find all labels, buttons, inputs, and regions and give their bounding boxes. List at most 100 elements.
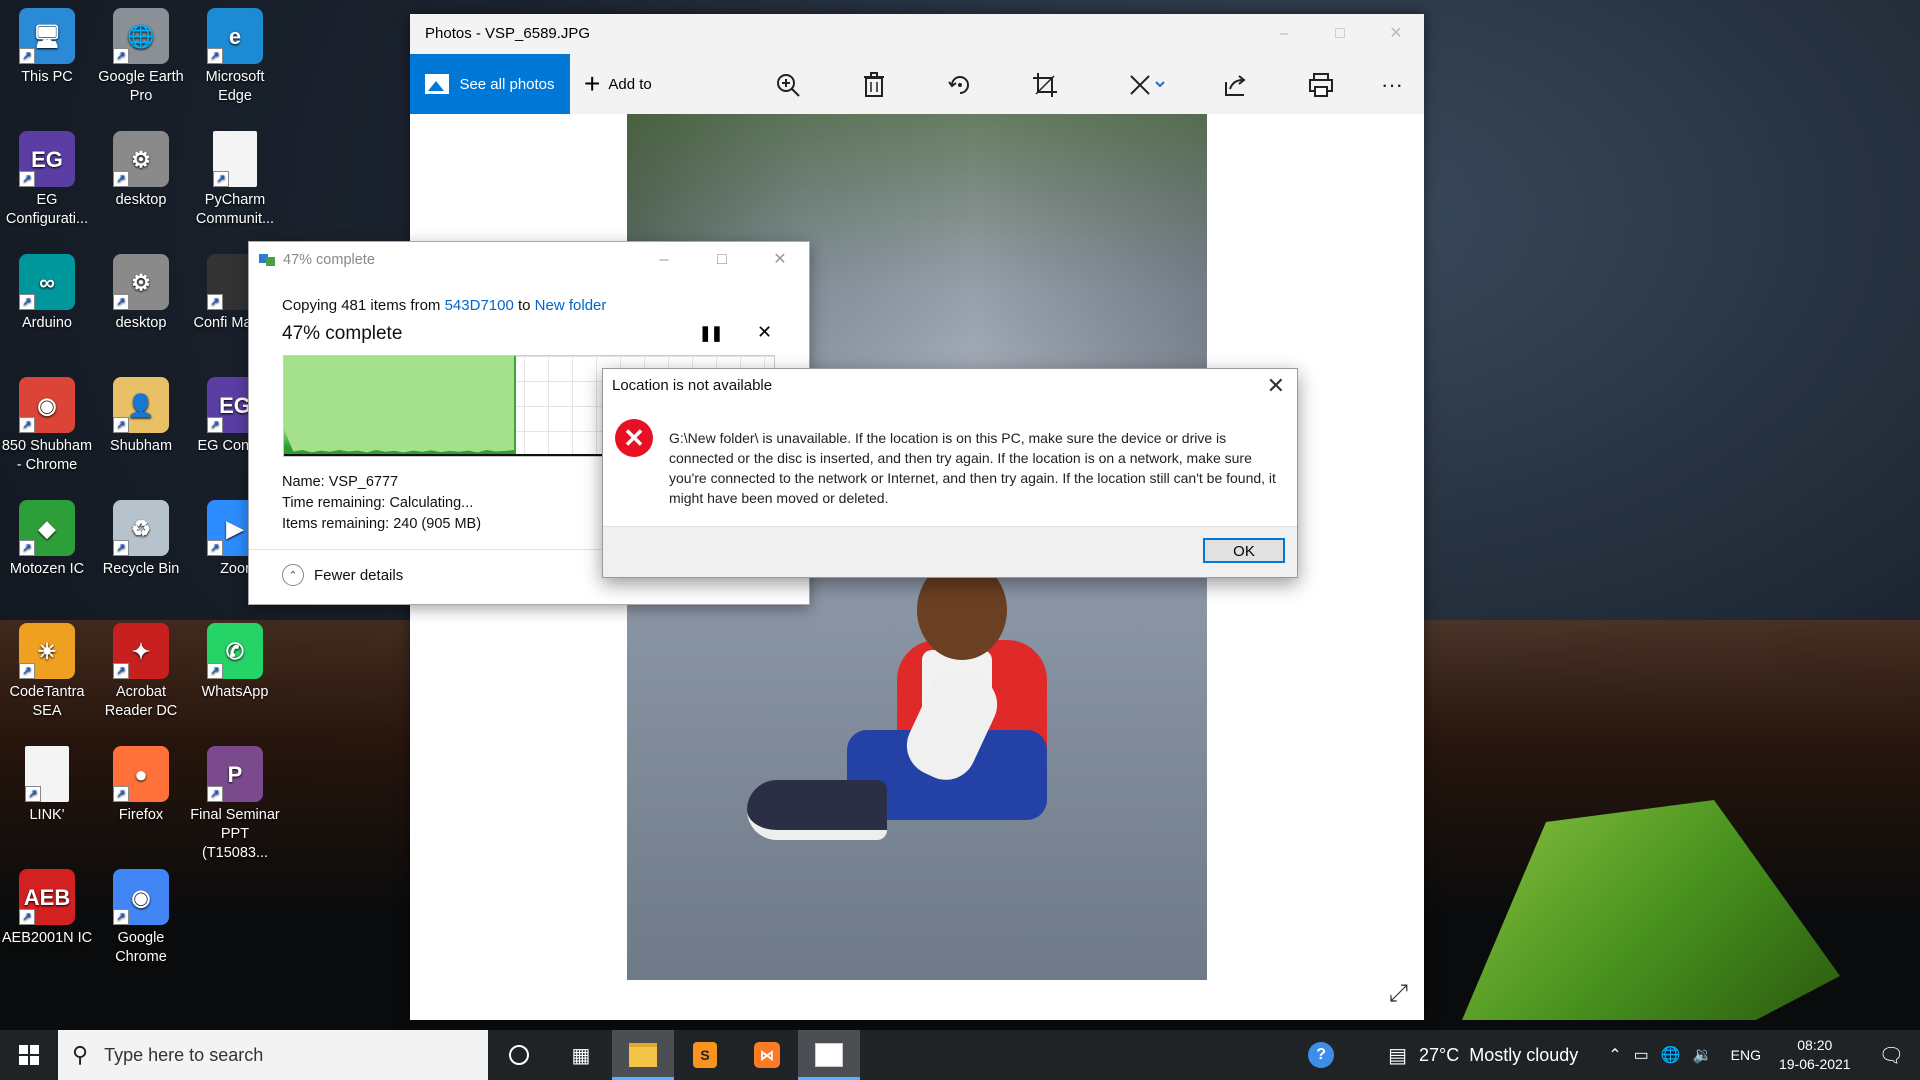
close-icon[interactable]: ✕: [751, 242, 809, 278]
network-icon[interactable]: 🌐: [1661, 1045, 1681, 1065]
location-error-dialog: Location is not available ✕ ✕ G:\New fol…: [602, 368, 1298, 578]
battery-icon[interactable]: ▭: [1634, 1045, 1649, 1065]
desktop-icon-label: Shubham: [109, 438, 173, 454]
whatsapp-icon: ✆ ↗: [207, 623, 263, 679]
cancel-copy-icon[interactable]: ✕: [757, 322, 772, 343]
destination-link[interactable]: New folder: [535, 297, 607, 314]
shortcut-arrow-icon: ↗: [19, 171, 35, 187]
rotate-icon[interactable]: [946, 72, 974, 98]
desktop-icon[interactable]: ↗ PyCharm Communit...: [188, 125, 282, 229]
desktop-icon[interactable]: ⚙ ↗ desktop: [94, 248, 188, 333]
desktop-icon-label: Google Earth Pro: [98, 69, 184, 104]
desktop-icon[interactable]: ∞ ↗ Arduino: [0, 248, 94, 333]
error-dialog-title: Location is not available: [612, 377, 773, 394]
desktop-icon-label: Acrobat Reader DC: [104, 684, 178, 719]
desktop-icon[interactable]: ● ↗ Firefox: [94, 740, 188, 825]
close-icon[interactable]: ✕: [1267, 373, 1285, 399]
desktop-icon[interactable]: ↗ LINK': [0, 740, 94, 825]
fewer-details-button[interactable]: ⌃ Fewer details: [282, 564, 403, 586]
progress-text: 47% complete: [282, 323, 403, 344]
desktop-icon[interactable]: ☀ ↗ CodeTantra SEA: [0, 617, 94, 721]
xampp-icon: ⋈: [754, 1042, 780, 1068]
pause-icon[interactable]: ❚❚: [699, 324, 723, 342]
weather-icon[interactable]: ▤: [1388, 1043, 1407, 1068]
desktop-icon-label: Google Chrome: [115, 930, 167, 965]
xampp-taskbar[interactable]: ⋈: [736, 1030, 798, 1080]
desktop-icon-label: CodeTantra SEA: [9, 684, 85, 719]
shortcut-arrow-icon: ↗: [113, 663, 129, 679]
desktop-icon-label: Recycle Bin: [102, 561, 180, 577]
zoom-in-icon[interactable]: [774, 72, 802, 98]
desktop-icon-label: Microsoft Edge: [205, 69, 265, 104]
desktop-icon[interactable]: P ↗ Final Seminar PPT (T15083...: [188, 740, 282, 863]
crop-icon[interactable]: [1031, 72, 1059, 98]
shortcut-arrow-icon: ↗: [213, 171, 229, 187]
minimize-icon[interactable]: –: [1256, 14, 1312, 54]
desktop-icon[interactable]: ⚙ ↗ desktop: [94, 125, 188, 210]
edit-icon[interactable]: [1126, 72, 1170, 98]
share-icon[interactable]: [1222, 72, 1250, 98]
desktop-icon-label: AEB2001N IC: [1, 930, 93, 946]
time-remaining: Time remaining: Calculating...: [282, 495, 474, 511]
photos-title-bar[interactable]: Photos - VSP_6589.JPG – □ ✕: [410, 14, 1424, 54]
see-all-photos-button[interactable]: See all photos: [410, 54, 570, 114]
search-icon: ⚲: [72, 1042, 89, 1067]
desktop-icon[interactable]: 👤 ↗ Shubham: [94, 371, 188, 456]
copy-details: Name: VSP_6777 Time remaining: Calculati…: [282, 472, 481, 535]
copy-dialog-title-bar[interactable]: 47% complete – □ ✕: [249, 242, 809, 278]
weather-text[interactable]: 27°C Mostly cloudy: [1419, 1045, 1578, 1066]
more-icon[interactable]: ···: [1378, 72, 1406, 98]
desktop-icon[interactable]: ♻ ↗ Recycle Bin: [94, 494, 188, 579]
desktop-icon[interactable]: AEB ↗ AEB2001N IC: [0, 863, 94, 948]
shortcut-arrow-icon: ↗: [207, 540, 223, 556]
fullscreen-icon[interactable]: ⤢: [1389, 980, 1408, 1008]
print-icon[interactable]: [1307, 72, 1335, 98]
close-icon[interactable]: ✕: [1368, 14, 1424, 54]
photos-toolbar: See all photos + Add to ···: [410, 54, 1424, 114]
maximize-icon[interactable]: □: [693, 242, 751, 278]
desktop-icon[interactable]: 🌐 ↗ Google Earth Pro: [94, 2, 188, 106]
cortana-button[interactable]: [488, 1030, 550, 1080]
progress-fill: [284, 356, 517, 456]
language-indicator[interactable]: ENG: [1731, 1047, 1761, 1063]
ok-button[interactable]: OK: [1203, 538, 1285, 563]
desktop-icon-label: PyCharm Communit...: [195, 192, 275, 227]
desktop-icon[interactable]: e ↗ Microsoft Edge: [188, 2, 282, 106]
help-icon[interactable]: ?: [1308, 1042, 1335, 1068]
desktop-icon-label: desktop: [115, 192, 167, 208]
task-view-icon: ▦: [571, 1044, 591, 1067]
desktop-icon[interactable]: ◉ ↗ Google Chrome: [94, 863, 188, 967]
shortcut-arrow-icon: ↗: [25, 786, 41, 802]
desktop-icon[interactable]: 🖥 ↗ This PC: [0, 2, 94, 87]
shortcut-arrow-icon: ↗: [113, 909, 129, 925]
desktop-icon[interactable]: EG ↗ EG Configurati...: [0, 125, 94, 229]
google-earth-icon: 🌐 ↗: [113, 8, 169, 64]
add-to-button[interactable]: + Add to: [584, 70, 652, 98]
volume-icon[interactable]: 🔉: [1693, 1045, 1713, 1065]
items-remaining: Items remaining: 240 (905 MB): [282, 516, 482, 532]
desktop-icon[interactable]: ◉ ↗ 850 Shubham - Chrome: [0, 371, 94, 475]
task-view-button[interactable]: ▦: [550, 1030, 612, 1080]
sublime-icon: S: [693, 1042, 717, 1068]
source-link[interactable]: 543D7100: [445, 297, 514, 314]
maximize-icon[interactable]: □: [1312, 14, 1368, 54]
search-placeholder: Type here to search: [104, 1044, 264, 1065]
notifications-icon[interactable]: 🗨: [1869, 1043, 1920, 1068]
desktop-icon[interactable]: ◆ ↗ Motozen IC: [0, 494, 94, 579]
sublime-taskbar[interactable]: S: [674, 1030, 736, 1080]
eg-config-icon: EG ↗: [19, 131, 75, 187]
photos-taskbar[interactable]: [798, 1030, 860, 1080]
arduino-icon: ∞ ↗: [19, 254, 75, 310]
delete-icon[interactable]: [860, 72, 888, 98]
taskbar-search[interactable]: ⚲ Type here to search: [58, 1030, 488, 1080]
codetantra-icon: ☀ ↗: [19, 623, 75, 679]
copy-dialog-title: 47% complete: [283, 252, 375, 268]
aeb-icon: AEB ↗: [19, 869, 75, 925]
file-explorer-taskbar[interactable]: [612, 1030, 674, 1080]
desktop-icon[interactable]: ✦ ↗ Acrobat Reader DC: [94, 617, 188, 721]
clock[interactable]: 08:20 19-06-2021: [1773, 1036, 1857, 1074]
minimize-icon[interactable]: –: [635, 242, 693, 278]
show-hidden-icons[interactable]: ⌃: [1608, 1045, 1621, 1065]
start-button[interactable]: [0, 1030, 58, 1080]
desktop-icon[interactable]: ✆ ↗ WhatsApp: [188, 617, 282, 702]
